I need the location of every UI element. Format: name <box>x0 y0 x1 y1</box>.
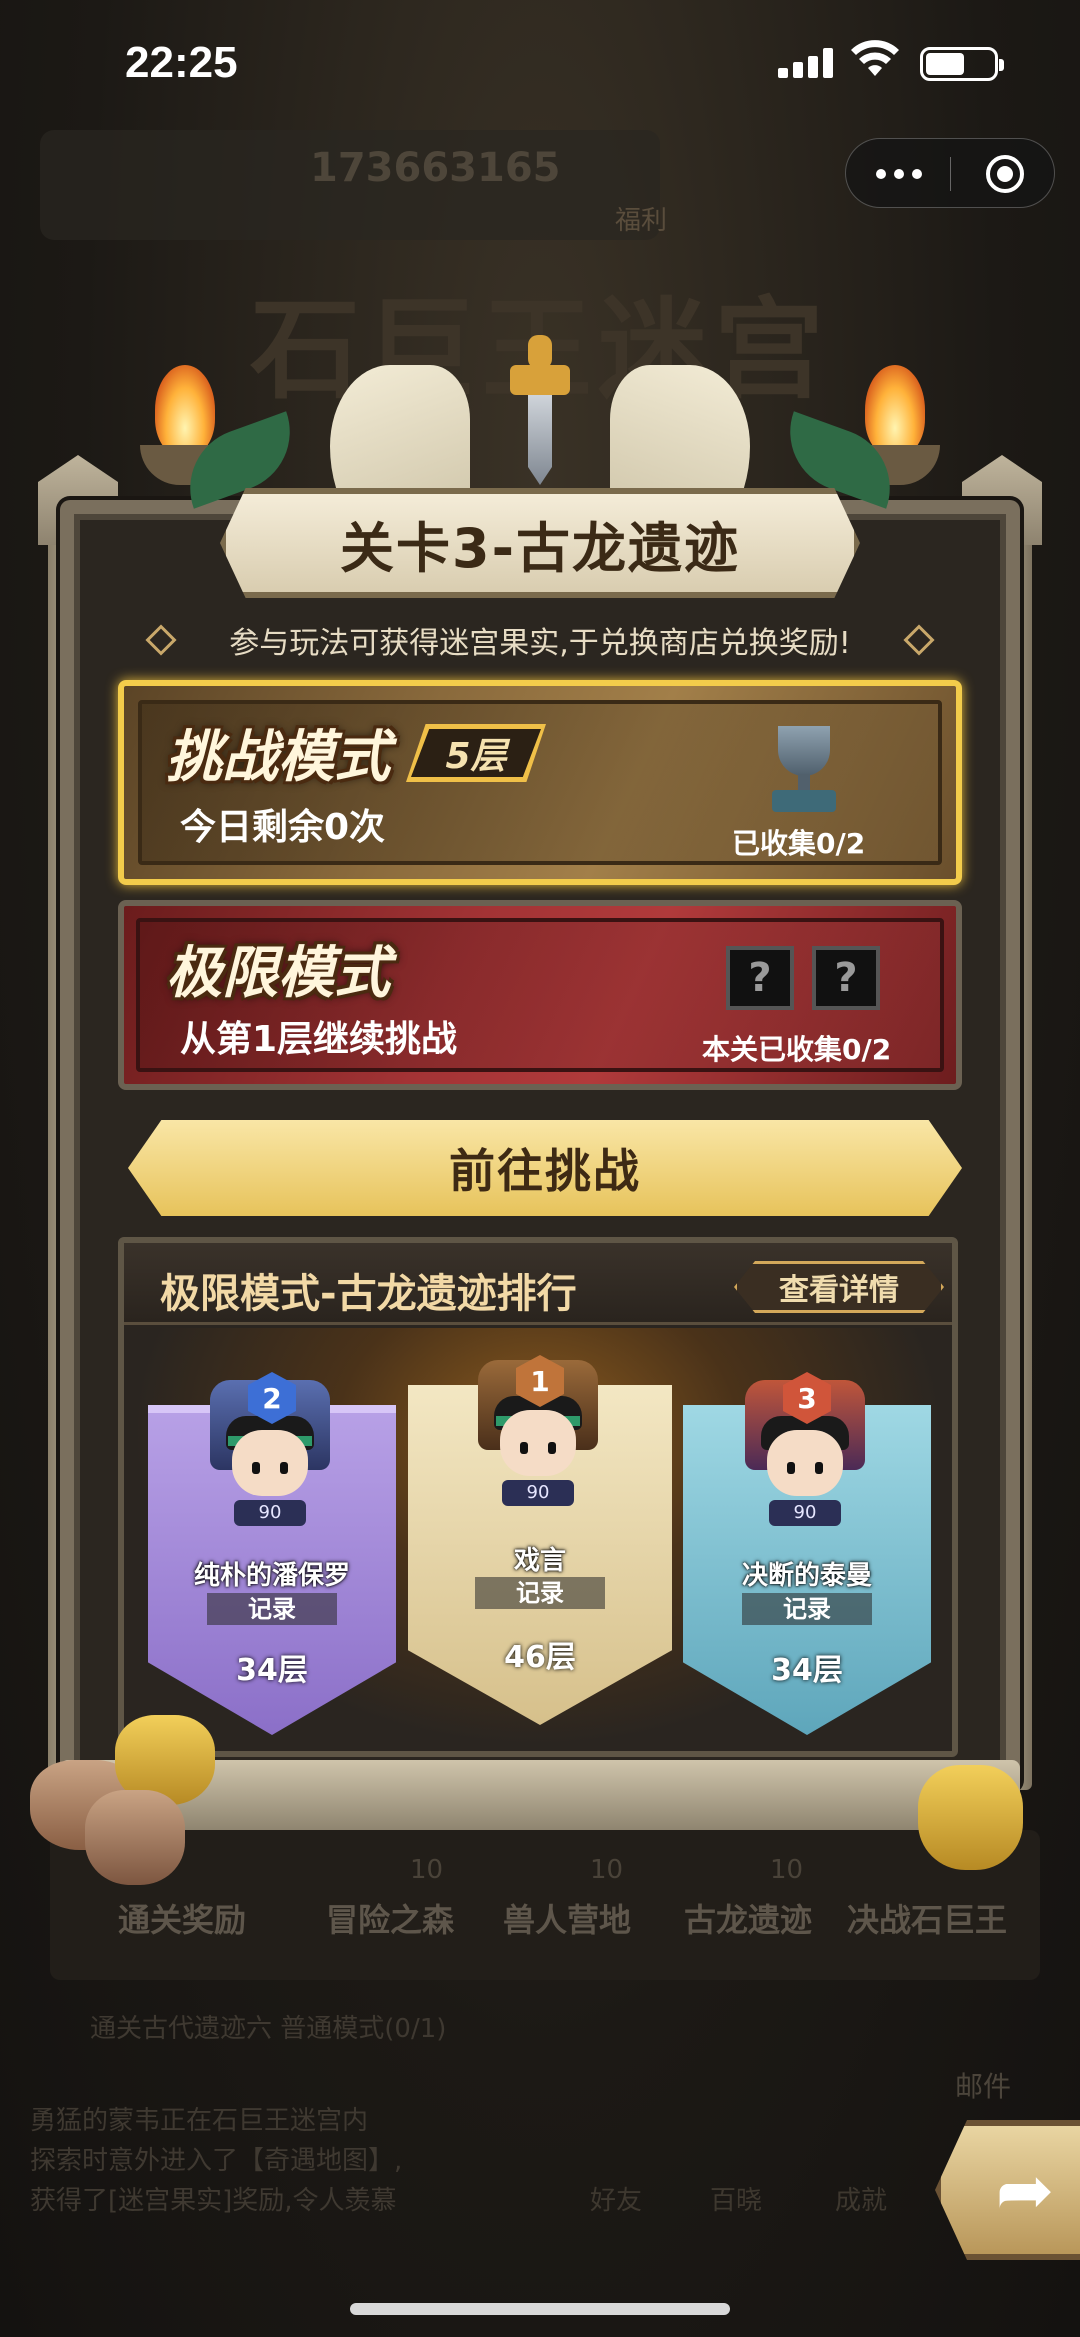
share-arrow-icon: ➦ <box>995 2149 1055 2231</box>
status-bar: 22:25 <box>0 0 1080 120</box>
view-details-button[interactable]: 查看详情 <box>734 1261 944 1313</box>
cellular-signal-icon <box>778 48 834 78</box>
tab-count: 10 <box>590 1855 624 1885</box>
unknown-reward-icon: ? <box>812 946 880 1010</box>
view-details-label: 查看详情 <box>779 1273 899 1308</box>
friends-label[interactable]: 好友 <box>590 2180 642 2217</box>
sword-emblem-icon <box>490 325 590 485</box>
clock: 22:25 <box>125 38 238 87</box>
tab-dragon-ruins[interactable]: 古龙遗迹 <box>684 1895 812 1941</box>
challenge-collected: 已收集0/2 <box>732 827 866 860</box>
diamond-icon <box>903 624 935 656</box>
welfare-label: 福利 <box>615 206 668 236</box>
extreme-mode-card[interactable]: 极限模式 从第1层继续挑战 ? ? 本关已收集0/2 <box>118 900 962 1090</box>
continue-text: 从第1层继续挑战 <box>180 1019 458 1060</box>
player-level: 90 <box>502 1480 574 1506</box>
player-name: 纯朴的潘保罗 <box>193 1561 350 1591</box>
broadcast-line: 探索时意外进入了【奇遇地图】, <box>30 2146 403 2176</box>
modal-title-banner: 关卡3-古龙遗迹 <box>220 488 860 598</box>
tip-text: 参与玩法可获得迷宫果实,于兑换商店兑换奖励! <box>229 626 851 661</box>
go-challenge-label: 前往挑战 <box>449 1144 641 1198</box>
unknown-reward-icon: ? <box>726 946 794 1010</box>
remaining-attempts: 今日剩余0次 <box>180 807 386 848</box>
more-dots-icon[interactable] <box>876 161 926 187</box>
player-name: 戏言 <box>513 1546 566 1576</box>
target-icon[interactable] <box>986 155 1024 193</box>
quest-text: 通关古代遗迹六 普通模式(0/1) <box>90 2014 447 2044</box>
tab-count: 10 <box>410 1855 444 1885</box>
record-label: 记录 <box>742 1593 872 1625</box>
modal-title: 关卡3-古龙遗迹 <box>340 516 740 580</box>
player-floor: 46层 <box>504 1640 576 1675</box>
diamond-icon <box>145 624 177 656</box>
floor-tag: 5层 <box>406 724 546 782</box>
tab-count: 10 <box>770 1855 804 1885</box>
wifi-icon <box>851 40 899 76</box>
tab-final-battle[interactable]: 决战石巨王 <box>847 1895 1007 1941</box>
player-level: 90 <box>769 1500 841 1526</box>
pot-icon <box>85 1790 185 1885</box>
mail-label[interactable]: 邮件 <box>955 2065 1011 2105</box>
challenge-mode-card[interactable]: 挑战模式 5层 今日剩余0次 已收集0/2 <box>118 680 962 885</box>
achievement-label[interactable]: 成就 <box>835 2180 887 2217</box>
tab-orc-camp[interactable]: 兽人营地 <box>503 1895 631 1941</box>
broadcast-line: 勇猛的蒙韦正在石巨王迷宫内 <box>30 2106 369 2136</box>
go-challenge-button[interactable]: 前往挑战 <box>128 1120 962 1216</box>
record-label: 记录 <box>475 1577 605 1609</box>
tab-clear-reward[interactable]: 通关奖励 <box>118 1895 246 1941</box>
player-name: 决断的泰曼 <box>741 1561 872 1591</box>
tip-row: 参与玩法可获得迷宫果实,于兑换商店兑换奖励! <box>140 615 940 665</box>
trophy-icon <box>764 726 844 816</box>
player-floor: 34层 <box>236 1653 308 1688</box>
home-indicator <box>350 2303 730 2315</box>
player-id: 173663165 <box>310 145 561 191</box>
tab-adventure-forest[interactable]: 冒险之森 <box>326 1895 454 1941</box>
extreme-mode-title: 极限模式 <box>166 941 390 1006</box>
challenge-mode-title: 挑战模式 <box>166 725 390 790</box>
player-floor: 34层 <box>771 1653 843 1688</box>
battery-icon <box>920 47 1004 81</box>
ranking-header: 极限模式-古龙遗迹排行 查看详情 <box>124 1243 952 1325</box>
ranking-title: 极限模式-古龙遗迹排行 <box>160 1271 577 1317</box>
miniprogram-capsule <box>845 138 1055 208</box>
floor-tag-label: 5层 <box>445 736 507 777</box>
baixiao-label[interactable]: 百晓 <box>710 2180 762 2217</box>
gold-pot-icon <box>918 1765 1023 1870</box>
broadcast-line: 获得了[迷宫果实]奖励,令人羡慕 <box>30 2186 397 2216</box>
extreme-collected: 本关已收集0/2 <box>702 1033 892 1066</box>
record-label: 记录 <box>207 1593 337 1625</box>
player-level: 90 <box>234 1500 306 1526</box>
